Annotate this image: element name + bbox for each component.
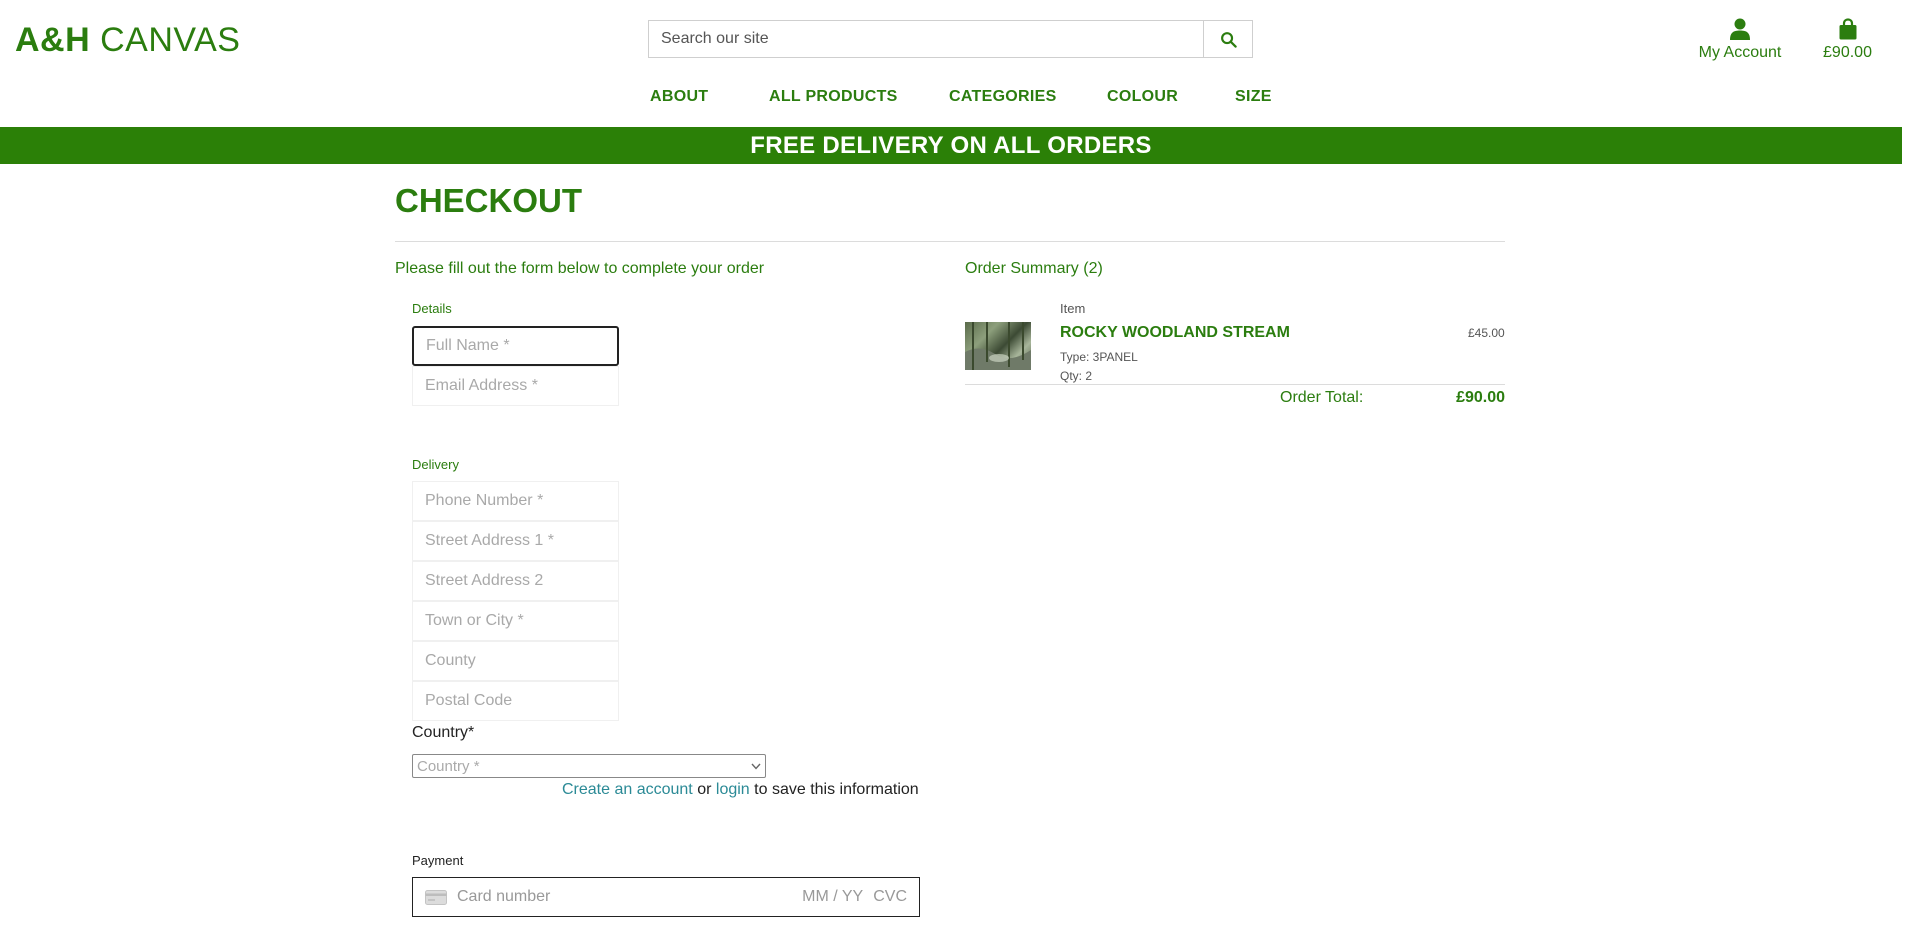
county-field[interactable] bbox=[412, 641, 619, 681]
product-type: Type: 3PANEL bbox=[1060, 350, 1138, 364]
order-total-label: Order Total: bbox=[1280, 389, 1364, 406]
product-name[interactable]: ROCKY WOODLAND STREAM bbox=[1060, 324, 1290, 342]
postcode-field[interactable] bbox=[412, 681, 619, 721]
item-column-header: Item bbox=[1060, 301, 1086, 316]
order-summary-title: Order Summary (2) bbox=[965, 260, 1103, 277]
town-field[interactable] bbox=[412, 601, 619, 641]
chevron-down-icon bbox=[751, 763, 761, 770]
delivery-label: Delivery bbox=[412, 457, 459, 472]
shopping-bag-icon bbox=[1839, 18, 1856, 40]
country-select[interactable]: Country * bbox=[412, 754, 766, 778]
search-button[interactable] bbox=[1203, 21, 1252, 57]
logo-light: CANVAS bbox=[100, 21, 241, 59]
country-label: Country* bbox=[412, 724, 475, 741]
main-nav: ABOUT ALL PRODUCTS CATEGORIES COLOUR SIZ… bbox=[0, 88, 1905, 110]
product-qty: Qty: 2 bbox=[1060, 369, 1093, 383]
payment-label: Payment bbox=[412, 853, 464, 868]
nav-size[interactable]: SIZE bbox=[1235, 88, 1272, 106]
shopping-bag-link[interactable]: £90.00 bbox=[1815, 14, 1880, 62]
my-account-link[interactable]: My Account bbox=[1690, 14, 1790, 62]
save-info-text: Create an account or login to save this … bbox=[562, 781, 919, 799]
street-address-1-field[interactable] bbox=[412, 521, 619, 561]
or-text: or bbox=[697, 781, 712, 798]
search-input[interactable] bbox=[649, 21, 1203, 57]
nav-about[interactable]: ABOUT bbox=[650, 88, 708, 106]
delivery-banner: FREE DELIVERY ON ALL ORDERS bbox=[0, 127, 1902, 164]
nav-colour[interactable]: COLOUR bbox=[1107, 88, 1178, 106]
search-bar bbox=[648, 20, 1253, 58]
nav-categories[interactable]: CATEGORIES bbox=[949, 88, 1057, 106]
details-label: Details bbox=[412, 301, 452, 316]
full-name-field[interactable] bbox=[412, 326, 619, 366]
order-total-value: £90.00 bbox=[1456, 389, 1505, 406]
card-number-placeholder: Card number bbox=[457, 888, 551, 905]
nav-all-products[interactable]: ALL PRODUCTS bbox=[769, 88, 898, 106]
email-field[interactable] bbox=[412, 366, 619, 406]
logo-bold: A&H bbox=[15, 21, 91, 59]
street-address-2-field[interactable] bbox=[412, 561, 619, 601]
page-title: CHECKOUT bbox=[395, 182, 582, 219]
country-select-value: Country * bbox=[417, 757, 480, 775]
product-price: £45.00 bbox=[1468, 326, 1505, 340]
product-thumbnail bbox=[965, 322, 1031, 370]
card-cvc-placeholder: CVC bbox=[873, 888, 907, 905]
card-input[interactable]: Card number MM / YY CVC bbox=[412, 877, 920, 917]
login-link[interactable]: login bbox=[716, 781, 750, 798]
summary-divider bbox=[965, 384, 1505, 385]
search-icon bbox=[1220, 31, 1237, 48]
site-logo[interactable]: A&H CANVAS bbox=[15, 18, 240, 62]
credit-card-icon bbox=[425, 889, 447, 905]
divider bbox=[395, 241, 1505, 242]
phone-field[interactable] bbox=[412, 481, 619, 521]
checkout-intro: Please fill out the form below to comple… bbox=[395, 260, 765, 277]
save-info-suffix: to save this information bbox=[754, 781, 919, 798]
user-icon bbox=[1730, 18, 1750, 40]
card-expiry-placeholder: MM / YY bbox=[802, 888, 864, 905]
my-account-label: My Account bbox=[1698, 44, 1782, 61]
create-account-link[interactable]: Create an account bbox=[562, 781, 693, 798]
bag-total: £90.00 bbox=[1823, 44, 1872, 61]
